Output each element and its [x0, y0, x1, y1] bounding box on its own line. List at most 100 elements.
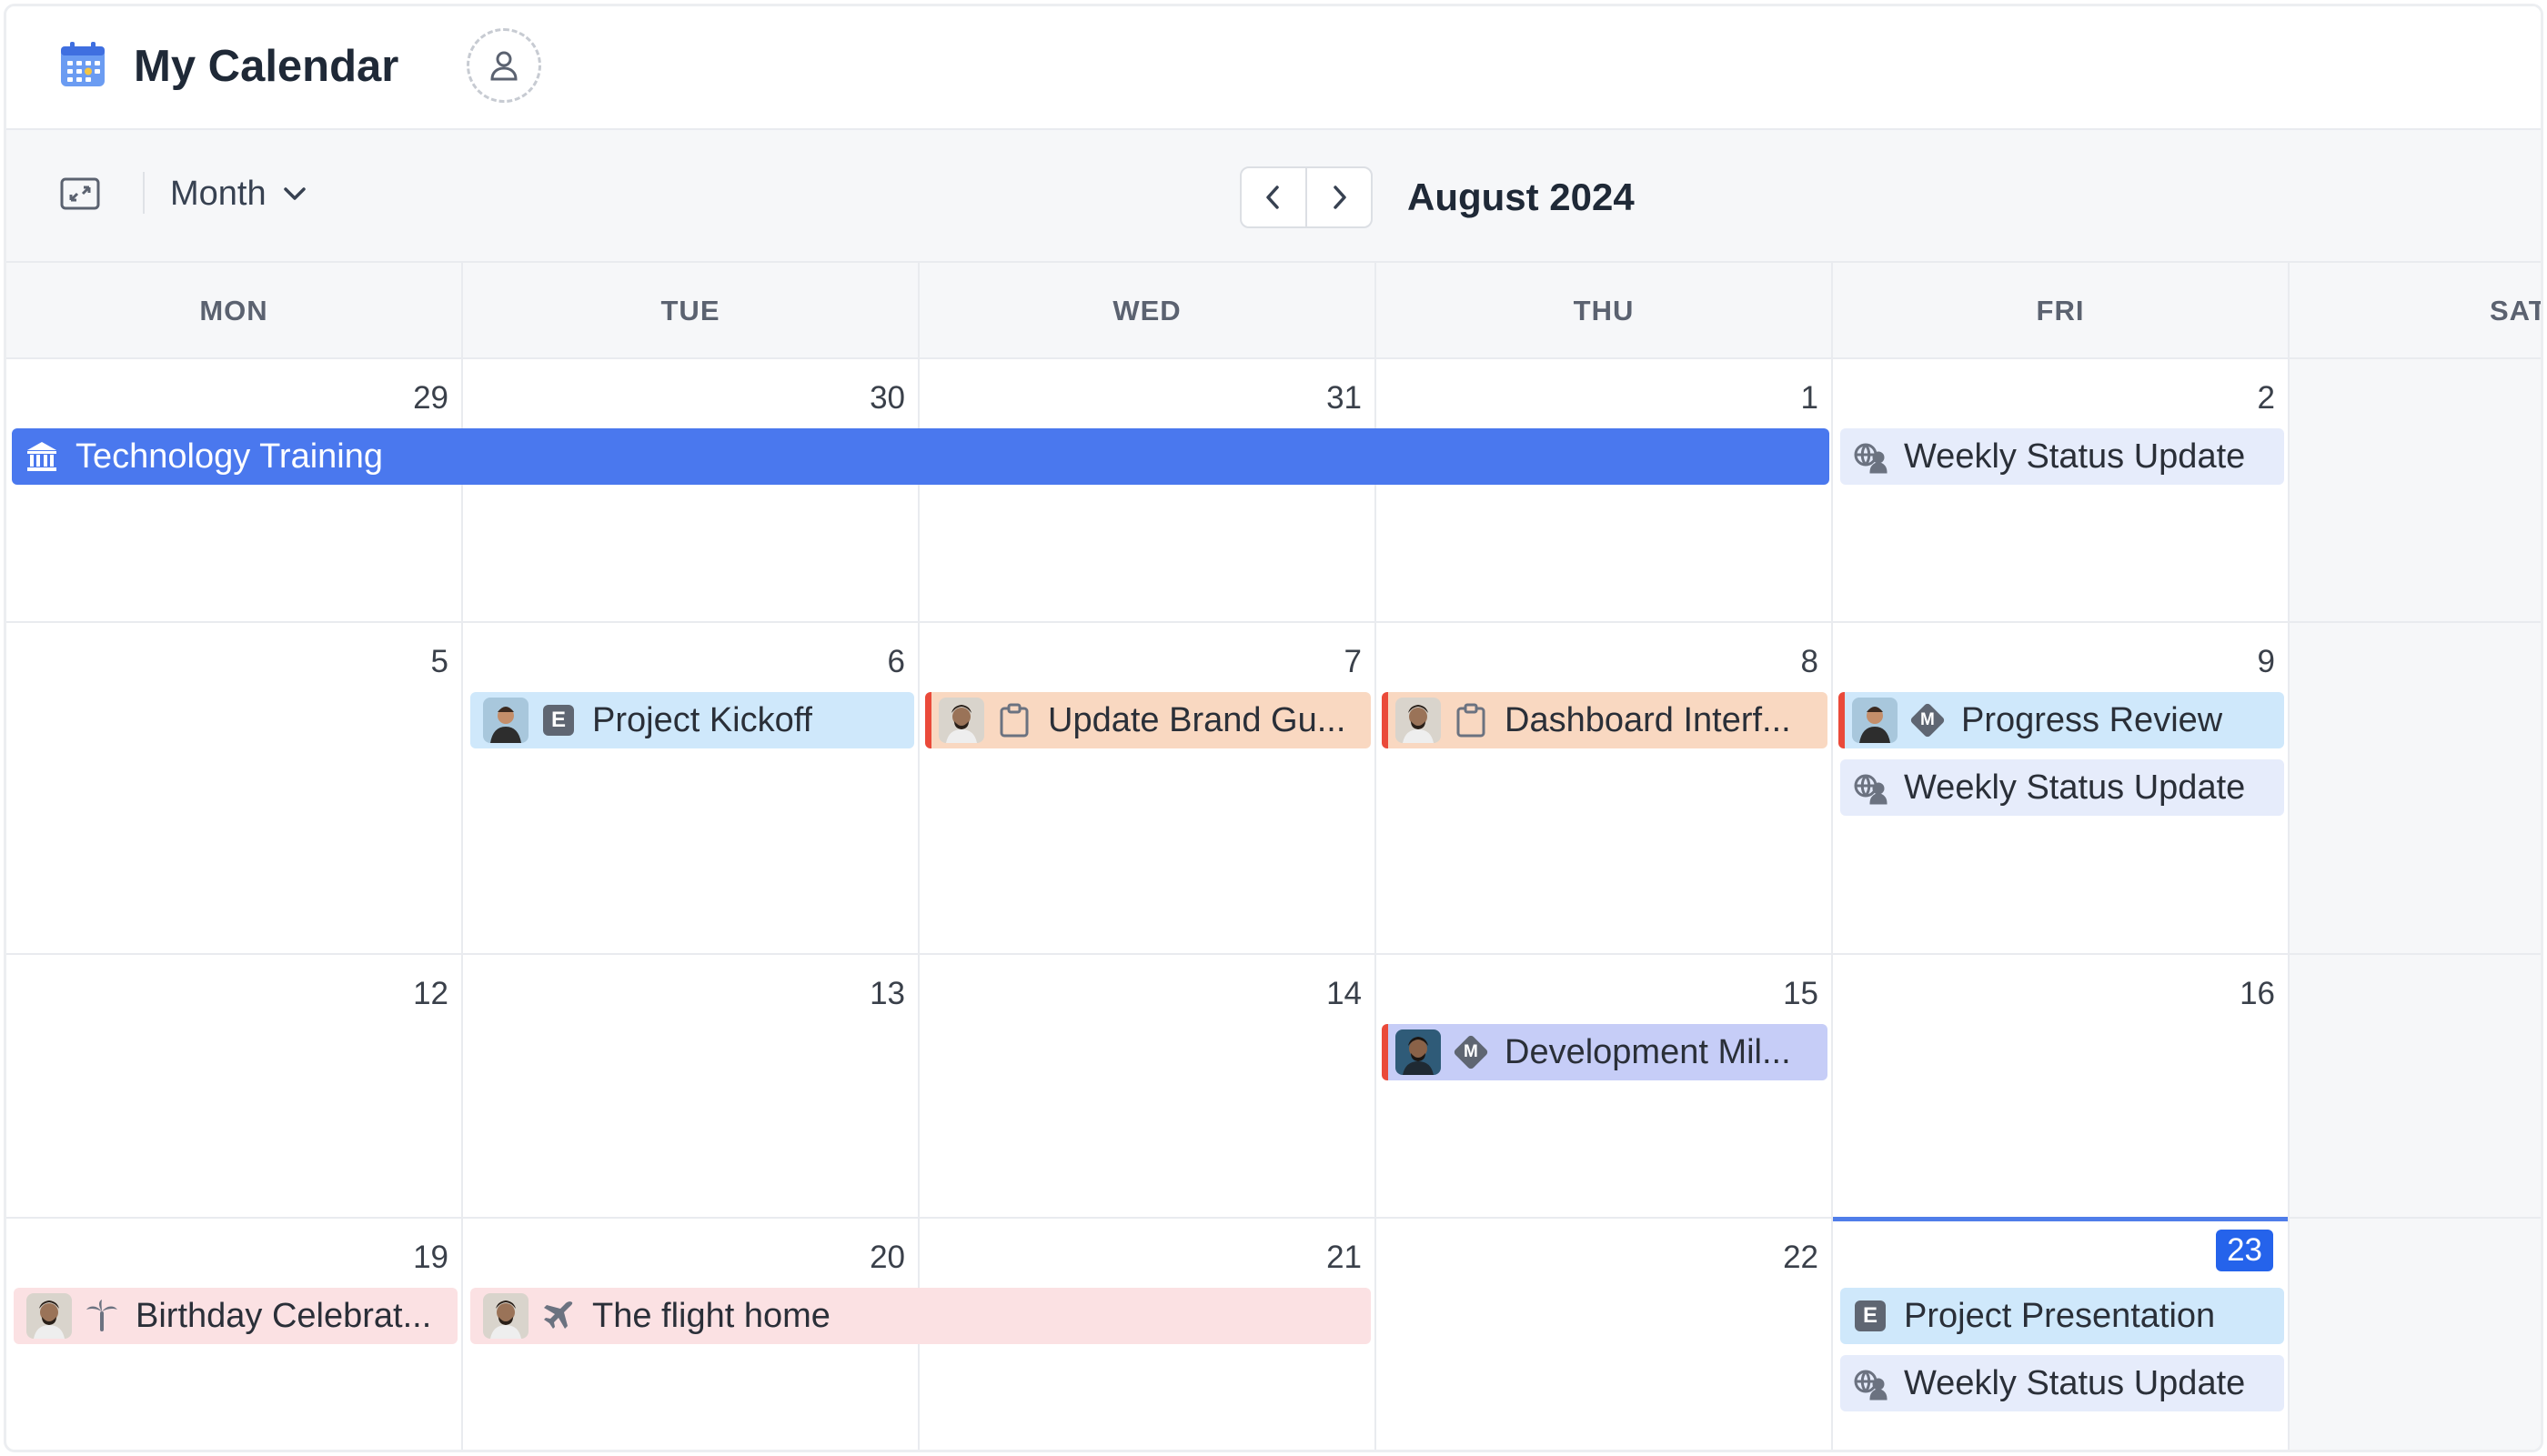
calendar-toolbar: Month August 2024 [6, 130, 2541, 263]
view-mode-dropdown[interactable]: Month [170, 170, 307, 217]
day-cell[interactable]: 31 [920, 359, 1376, 621]
day-number: 16 [2240, 976, 2275, 1011]
event-title: Project Kickoff [592, 700, 813, 739]
day-cell[interactable]: 22 [1376, 1219, 1833, 1450]
day-cell-weekend[interactable] [2290, 359, 2541, 621]
event-flight-home[interactable]: The flight home [470, 1288, 1371, 1344]
event-birthday-celebration[interactable]: Birthday Celebrat... [14, 1288, 458, 1344]
event-progress-review[interactable]: M Progress Review [1838, 692, 2284, 748]
event-dashboard-interface[interactable]: Dashboard Interf... [1382, 692, 1827, 748]
day-number: 22 [1783, 1240, 1818, 1275]
event-weekly-status-update[interactable]: Weekly Status Update [1840, 759, 2284, 816]
period-navigation [1240, 166, 1373, 228]
today-day-number: 23 [2216, 1230, 2273, 1271]
weekday-fri: FRI [1833, 263, 2290, 359]
milestone-icon: M [1909, 702, 1946, 738]
day-number: 31 [1326, 380, 1362, 416]
month-grid: MON TUE WED THU FRI SAT 29 30 31 1 2 Tec… [6, 263, 2541, 1450]
clipboard-icon [1454, 703, 1488, 738]
day-number: 2 [2257, 380, 2275, 416]
weekday-sat: SAT [2490, 295, 2543, 326]
day-number: 19 [413, 1240, 448, 1275]
day-number: 20 [870, 1240, 905, 1275]
event-update-brand-guidelines[interactable]: Update Brand Gu... [925, 692, 1371, 748]
chevron-right-icon [1334, 186, 1346, 209]
event-title: Weekly Status Update [1904, 768, 2246, 807]
week-row: 5 6 7 8 9 E Project Kickoff Update Brand… [6, 623, 2541, 955]
day-cell[interactable]: 14 [920, 955, 1376, 1217]
day-cell[interactable]: 29 [6, 359, 463, 621]
assignee-avatar [1852, 698, 1898, 743]
previous-period-button[interactable] [1242, 168, 1305, 226]
clipboard-icon [997, 703, 1032, 738]
day-cell[interactable]: 1 [1376, 359, 1833, 621]
week-row: 12 13 14 15 16 M Development Mil... [6, 955, 2541, 1219]
day-cell[interactable]: 5 [6, 623, 463, 953]
event-title: Birthday Celebrat... [136, 1296, 432, 1335]
day-cell[interactable]: 16 [1833, 955, 2290, 1217]
event-project-kickoff[interactable]: E Project Kickoff [470, 692, 914, 748]
day-cell-weekend[interactable] [2290, 1219, 2541, 1450]
chevron-down-icon [283, 187, 306, 200]
weekday-mon: MON [6, 263, 463, 359]
day-number: 9 [2257, 644, 2275, 679]
assignee-avatar [1395, 1029, 1441, 1075]
weekday-tue: TUE [463, 263, 920, 359]
view-mode-label: Month [170, 174, 267, 213]
event-project-presentation[interactable]: E Project Presentation [1840, 1288, 2284, 1344]
event-title: Progress Review [1961, 700, 2223, 739]
weekday-thu: THU [1376, 263, 1833, 359]
day-number: 7 [1344, 644, 1362, 679]
team-globe-icon [1853, 770, 1888, 805]
day-number: 29 [413, 380, 448, 416]
weekday-wed: WED [920, 263, 1376, 359]
day-cell[interactable]: 8 [1376, 623, 1833, 953]
event-development-milestone[interactable]: M Development Mil... [1382, 1024, 1827, 1080]
day-number: 8 [1800, 644, 1818, 679]
day-cell[interactable]: 12 [6, 955, 463, 1217]
event-title: Update Brand Gu... [1048, 700, 1346, 739]
event-title: Project Presentation [1904, 1296, 2216, 1335]
day-cell[interactable]: 15 [1376, 955, 1833, 1217]
assignee-avatar [483, 698, 529, 743]
next-period-button[interactable] [1305, 168, 1371, 226]
event-weekly-status-update[interactable]: Weekly Status Update [1840, 1355, 2284, 1411]
day-number: 30 [870, 380, 905, 416]
user-icon [490, 51, 518, 81]
day-number: 1 [1800, 380, 1818, 416]
day-cell-weekend[interactable] [2290, 623, 2541, 953]
day-cell[interactable]: 7 [920, 623, 1376, 953]
event-type-icon: E [1853, 1299, 1888, 1333]
expand-view-button[interactable] [59, 176, 101, 212]
day-number: 6 [887, 644, 905, 679]
event-type-icon: E [541, 703, 576, 738]
day-cell[interactable]: 30 [463, 359, 920, 621]
day-cell[interactable]: 13 [463, 955, 920, 1217]
day-cell-weekend[interactable] [2290, 955, 2541, 1217]
week-row: 19 20 21 22 23 Birthday Celebrat... The … [6, 1217, 2541, 1450]
assignee-avatar [26, 1293, 72, 1339]
event-title: Weekly Status Update [1904, 1363, 2246, 1402]
assignee-avatar [939, 698, 984, 743]
event-title: Technology Training [76, 437, 383, 476]
day-number: 5 [430, 644, 448, 679]
event-technology-training[interactable]: Technology Training [12, 428, 1829, 485]
milestone-icon: M [1453, 1034, 1489, 1070]
day-number: 13 [870, 976, 905, 1011]
team-globe-icon [1853, 1366, 1888, 1401]
event-title: Dashboard Interf... [1505, 700, 1791, 739]
day-number: 15 [1783, 976, 1818, 1011]
palm-tree-icon [85, 1299, 119, 1333]
expand-icon [60, 177, 100, 210]
event-title: Weekly Status Update [1904, 437, 2246, 476]
calendar-app-icon [57, 39, 108, 90]
event-weekly-status-update[interactable]: Weekly Status Update [1840, 428, 2284, 485]
user-avatar-button[interactable] [467, 28, 541, 103]
day-cell[interactable]: 6 [463, 623, 920, 953]
airplane-icon [541, 1299, 576, 1333]
event-title: Development Mil... [1505, 1032, 1791, 1071]
assignee-avatar [1395, 698, 1441, 743]
day-cell[interactable]: 2 [1833, 359, 2290, 621]
current-period-label: August 2024 [1407, 176, 1635, 218]
app-header: My Calendar [6, 6, 2541, 130]
